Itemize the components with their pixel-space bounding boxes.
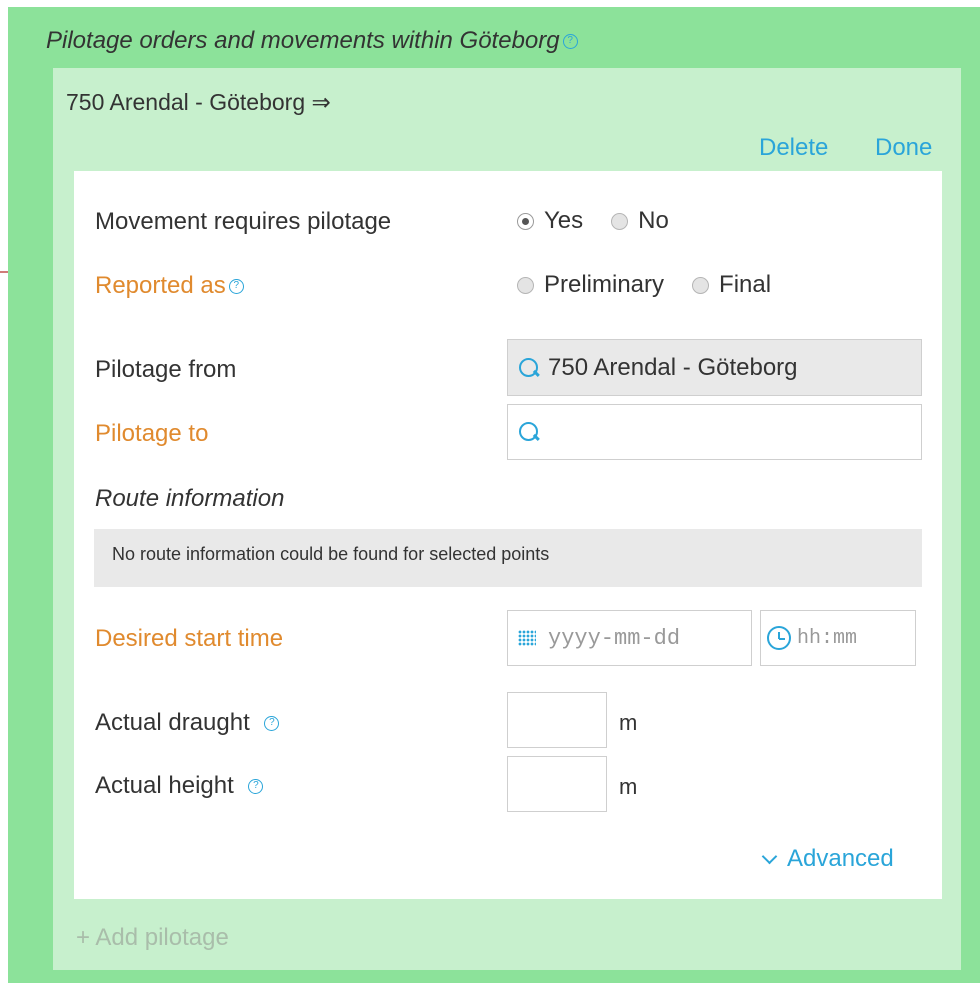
- advanced-label: Advanced: [787, 845, 894, 872]
- date-placeholder: yyyy-mm-dd: [548, 625, 681, 651]
- requires-pilotage-radio-group: Yes No: [517, 207, 697, 235]
- movement-title[interactable]: 750 Arendal - Göteborg ⇒: [66, 89, 331, 116]
- requires-pilotage-label: Movement requires pilotage: [95, 208, 392, 235]
- section-title: Pilotage orders and movements within Göt…: [46, 27, 578, 55]
- route-information-message: No route information could be found for …: [94, 529, 922, 587]
- help-icon[interactable]: ?: [248, 779, 264, 795]
- help-icon[interactable]: ?: [562, 34, 578, 50]
- search-icon: [518, 357, 540, 379]
- requires-pilotage-no[interactable]: No: [611, 207, 669, 235]
- draught-unit: m: [619, 710, 638, 735]
- radio-checked-icon[interactable]: [517, 212, 534, 230]
- calendar-icon[interactable]: [518, 630, 536, 646]
- time-placeholder: hh:mm: [797, 626, 858, 650]
- radio-preliminary-label: Preliminary: [544, 271, 665, 298]
- pilotage-to-field[interactable]: [507, 404, 922, 460]
- radio-unchecked-icon[interactable]: [692, 276, 710, 294]
- done-button[interactable]: Done: [875, 134, 932, 162]
- actual-height-input[interactable]: [507, 756, 607, 812]
- route-information-label: Route information: [95, 485, 285, 512]
- actual-height-label-text: Actual height: [95, 772, 234, 799]
- clock-icon[interactable]: [767, 626, 791, 650]
- reported-as-label: Reported as?: [95, 272, 244, 300]
- help-icon[interactable]: ?: [228, 279, 244, 295]
- pilotage-to-label: Pilotage to: [95, 420, 209, 447]
- radio-no-label: No: [638, 207, 669, 234]
- actual-draught-label-text: Actual draught: [95, 709, 250, 736]
- advanced-toggle[interactable]: Advanced: [761, 845, 894, 873]
- movement-panel: 750 Arendal - Göteborg ⇒ Delete Done Mov…: [53, 68, 961, 970]
- help-icon[interactable]: ?: [264, 716, 280, 732]
- add-pilotage-button[interactable]: + Add pilotage: [76, 924, 229, 952]
- reported-as-final[interactable]: Final: [692, 271, 771, 299]
- actual-height-label: Actual height ?: [95, 772, 264, 800]
- search-icon[interactable]: [518, 421, 540, 443]
- actual-draught-input[interactable]: [507, 692, 607, 748]
- chevron-down-icon: [761, 848, 778, 865]
- actual-draught-label: Actual draught ?: [95, 709, 280, 737]
- pilotage-form: Movement requires pilotage Yes No Report…: [74, 171, 942, 899]
- pilotage-from-label: Pilotage from: [95, 356, 237, 383]
- requires-pilotage-yes[interactable]: Yes: [517, 207, 583, 235]
- radio-unchecked-icon[interactable]: [611, 212, 629, 230]
- pilotage-from-field[interactable]: 750 Arendal - Göteborg: [507, 339, 922, 396]
- reported-as-radio-group: Preliminary Final: [517, 271, 799, 299]
- radio-final-label: Final: [719, 271, 772, 298]
- reported-as-label-text: Reported as: [95, 272, 226, 299]
- height-unit: m: [619, 774, 638, 799]
- section-title-text: Pilotage orders and movements within Göt…: [46, 27, 560, 54]
- radio-yes-label: Yes: [544, 207, 584, 234]
- desired-start-time-label: Desired start time: [95, 625, 284, 652]
- delete-button[interactable]: Delete: [759, 134, 828, 162]
- reported-as-preliminary[interactable]: Preliminary: [517, 271, 664, 299]
- pilotage-from-value: 750 Arendal - Göteborg: [548, 353, 798, 381]
- radio-unchecked-icon[interactable]: [517, 276, 534, 294]
- date-field[interactable]: yyyy-mm-dd: [507, 610, 752, 666]
- time-field[interactable]: hh:mm: [760, 610, 916, 666]
- pilotage-section: Pilotage orders and movements within Göt…: [8, 7, 980, 983]
